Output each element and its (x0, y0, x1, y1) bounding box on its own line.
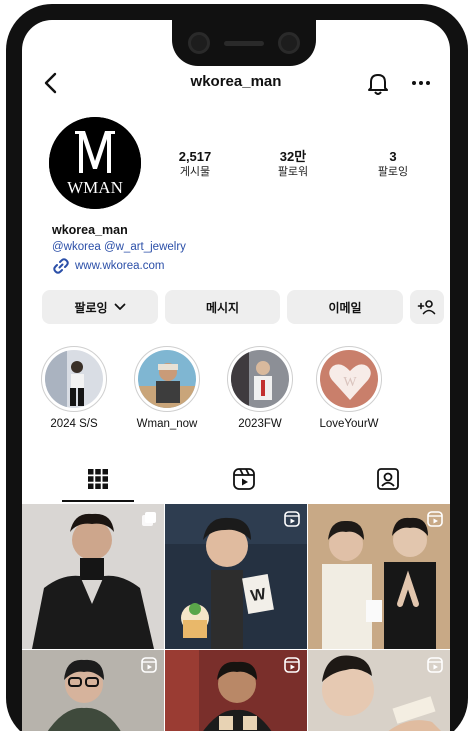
bell-icon (368, 74, 388, 95)
following-button-label: 팔로잉 (74, 300, 108, 315)
posts-label: 게시물 (179, 166, 211, 178)
tab-tagged[interactable] (348, 458, 428, 500)
svg-text:WMAN: WMAN (67, 178, 123, 197)
following-stat[interactable]: 3 팔로잉 (358, 149, 428, 179)
highlight-label: Wman_now (136, 418, 198, 430)
highlight-loveyourw[interactable]: W LoveYourW (310, 346, 388, 430)
posts-stat[interactable]: 2,517 게시물 (160, 149, 230, 179)
reels-icon (284, 511, 300, 532)
tab-posts-grid[interactable] (58, 458, 138, 500)
grid-post[interactable] (308, 650, 450, 731)
reels-icon (233, 468, 255, 490)
active-tab-indicator (62, 500, 134, 502)
suggested-people-button[interactable] (410, 290, 444, 324)
following-label: 팔로잉 (377, 166, 409, 178)
email-button[interactable]: 이메일 (287, 290, 403, 324)
highlight-label: 2023FW (238, 418, 282, 430)
posts-count: 2,517 (178, 149, 212, 164)
highlight-2023fw[interactable]: 2023FW (221, 346, 299, 430)
message-button[interactable]: 메시지 (165, 290, 280, 324)
followers-stat[interactable]: 32만 팔로워 (258, 149, 328, 179)
profile-header: wkorea_man (22, 66, 450, 102)
grid-post[interactable] (308, 504, 450, 649)
bio-mentions[interactable]: @wkorea @w_art_jewelry (52, 238, 186, 256)
reels-icon (427, 511, 443, 532)
highlight-ring (41, 346, 107, 412)
notifications-button[interactable] (365, 68, 391, 98)
followers-count: 32만 (279, 149, 307, 164)
email-button-label: 이메일 (328, 300, 362, 315)
phone-screen: wkorea_man WMAN 2,517 게시물 32만 팔로워 3 팔로잉 … (22, 20, 450, 731)
bio-website-link[interactable]: www.wkorea.com (52, 256, 186, 276)
reels-icon (284, 657, 300, 678)
camera-icon (188, 32, 210, 54)
highlight-ring: W (316, 346, 382, 412)
grid-post[interactable] (165, 650, 307, 731)
tab-reels[interactable] (204, 458, 284, 500)
grid-post[interactable] (22, 650, 164, 731)
highlight-wman-now[interactable]: Wman_now (128, 346, 206, 430)
following-count: 3 (389, 149, 397, 164)
highlight-cover: W (320, 350, 378, 408)
profile-avatar[interactable]: WMAN (49, 117, 141, 209)
more-icon (412, 81, 430, 85)
chevron-down-icon (114, 303, 125, 310)
highlight-2024-ss[interactable]: 2024 S/S (35, 346, 113, 430)
highlight-ring (227, 346, 293, 412)
wman-logo: WMAN (49, 117, 141, 209)
add-person-icon (417, 300, 436, 315)
highlight-label: LoveYourW (319, 418, 379, 430)
carousel-icon (141, 511, 157, 532)
following-button[interactable]: 팔로잉 (42, 290, 158, 324)
link-icon (53, 258, 69, 274)
reels-icon (427, 657, 443, 678)
bio-name: wkorea_man (52, 223, 128, 237)
camera-icon (278, 32, 300, 54)
highlight-cover (138, 350, 196, 408)
speaker-grille (224, 41, 264, 46)
tagged-person-icon (377, 468, 399, 490)
website-url: www.wkorea.com (75, 260, 165, 272)
reels-icon (141, 657, 157, 678)
grid-post[interactable] (22, 504, 164, 649)
profile-bio: wkorea_man @wkorea @w_art_jewelry www.wk… (52, 222, 186, 276)
highlight-cover (45, 350, 103, 408)
profile-tabs (22, 458, 450, 502)
phone-notch (172, 20, 316, 66)
message-button-label: 메시지 (205, 300, 240, 315)
followers-label: 팔로워 (277, 166, 309, 178)
highlight-label: 2024 S/S (50, 418, 98, 430)
more-options-button[interactable] (408, 68, 434, 98)
svg-text:W: W (343, 375, 357, 390)
highlight-cover (231, 350, 289, 408)
grid-post[interactable]: W (165, 504, 307, 649)
grid-icon (88, 469, 108, 489)
highlight-ring (134, 346, 200, 412)
